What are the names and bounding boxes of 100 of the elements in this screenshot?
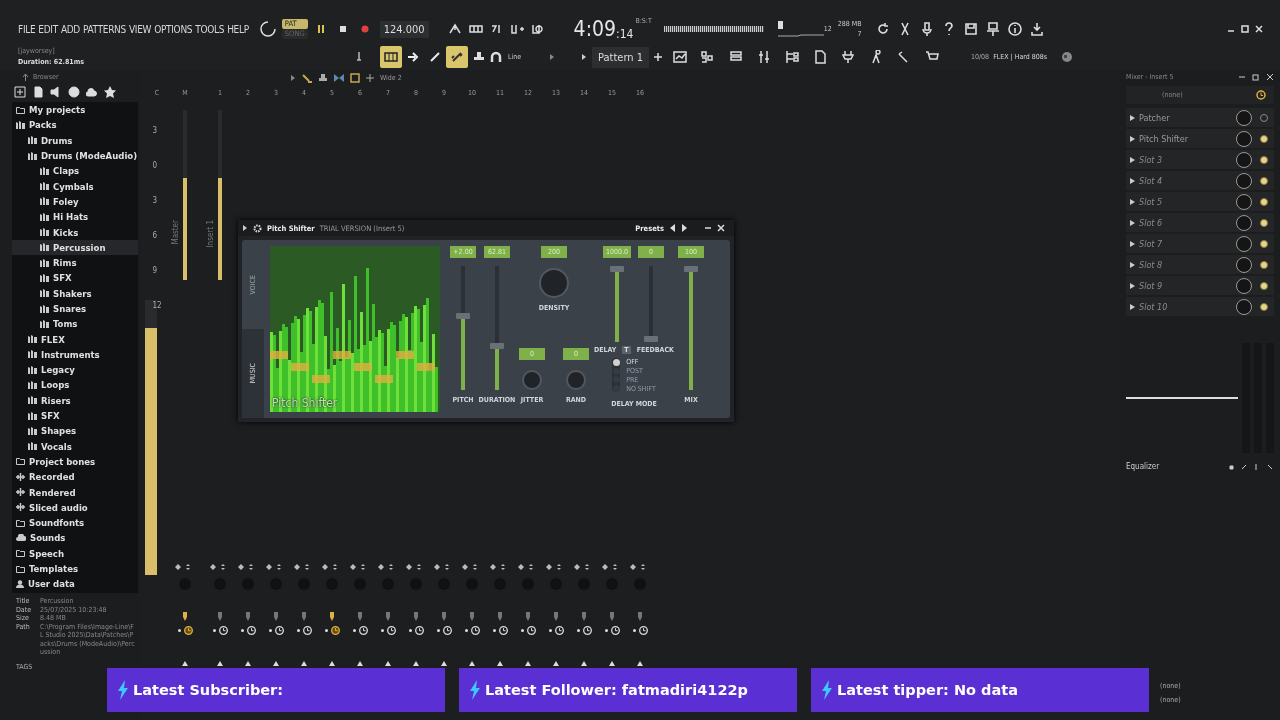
slot-light[interactable] [1260, 302, 1268, 311]
clock-icon[interactable] [246, 626, 256, 635]
route-icon[interactable] [329, 612, 335, 621]
close-icon[interactable] [717, 224, 725, 232]
browser-item[interactable]: Speech [12, 545, 138, 561]
close-icon[interactable] [1254, 24, 1264, 34]
add-folder-icon[interactable] [14, 86, 26, 98]
browser-item[interactable]: Templates [12, 560, 138, 577]
mix-knob[interactable] [1236, 130, 1252, 147]
star-icon[interactable] [104, 86, 116, 98]
send-arrow-icon[interactable] [385, 661, 391, 666]
clock-icon[interactable] [183, 626, 193, 635]
previous-icon[interactable] [669, 224, 676, 232]
slider-thumb[interactable] [684, 266, 698, 272]
download-icon[interactable] [1029, 22, 1044, 36]
file-icon[interactable] [32, 86, 44, 98]
clock-icon[interactable] [582, 626, 592, 635]
clock-icon[interactable] [274, 626, 284, 635]
square-icon[interactable] [350, 73, 360, 83]
browser-item[interactable]: Rendered [12, 484, 138, 500]
song-time[interactable]: 4:09 [573, 17, 617, 41]
effect-slot[interactable]: Slot 9 [1126, 276, 1274, 295]
slider[interactable] [684, 266, 698, 390]
caret-icon[interactable] [1130, 219, 1135, 226]
mix-knob[interactable] [1236, 193, 1252, 210]
clock-icon[interactable] [498, 626, 508, 635]
slider[interactable] [644, 266, 658, 342]
slider-thumb[interactable] [644, 336, 658, 342]
slot-light[interactable] [1260, 134, 1268, 143]
browser-item[interactable]: Soundfonts [12, 515, 138, 531]
mix-knob[interactable] [1236, 298, 1252, 315]
send-arrow-icon[interactable] [329, 661, 335, 666]
browser-item[interactable]: Percussion [12, 239, 138, 255]
knob-icon[interactable] [259, 21, 276, 37]
route-icon[interactable] [553, 612, 559, 621]
effect-slot[interactable]: Slot 7 [1126, 234, 1274, 253]
clock-icon[interactable] [638, 626, 648, 635]
browser-item[interactable]: Rims [12, 254, 138, 271]
browser-item[interactable]: Loops [12, 377, 138, 393]
arrow-right-icon[interactable] [406, 50, 420, 64]
slot-light[interactable] [1260, 176, 1268, 185]
route-icon[interactable] [581, 612, 587, 621]
minimize-icon[interactable] [1238, 73, 1246, 81]
browser-item[interactable]: Claps [12, 163, 138, 179]
send-arrow-icon[interactable] [273, 661, 279, 666]
slot-light[interactable] [1260, 218, 1268, 227]
send-arrow-icon[interactable] [357, 661, 363, 666]
browser-item[interactable]: Hi Hats [12, 209, 138, 225]
pattern-selector[interactable]: Pattern 1 [592, 46, 649, 68]
caret-icon[interactable] [290, 75, 296, 81]
route-icon[interactable] [357, 612, 363, 621]
clock-icon[interactable] [470, 626, 480, 635]
effect-slot[interactable]: Slot 3 [1126, 150, 1274, 169]
slider[interactable] [456, 266, 470, 390]
route-icon[interactable] [245, 612, 251, 621]
gear-icon[interactable] [253, 223, 262, 233]
info-icon[interactable] [1007, 22, 1022, 36]
mix-knob[interactable] [1236, 277, 1252, 294]
menu-item[interactable]: VIEW [128, 23, 152, 35]
mix-knob[interactable] [1236, 151, 1252, 168]
restore-icon[interactable] [1252, 73, 1260, 81]
clock-icon[interactable] [554, 626, 564, 635]
send-arrow-icon[interactable] [245, 661, 251, 666]
browser-item[interactable]: Instruments [12, 346, 138, 363]
effect-slot[interactable]: Slot 4 [1126, 171, 1274, 190]
send-arrow-icon[interactable] [637, 661, 643, 666]
effect-slot[interactable]: Slot 10 [1126, 297, 1274, 316]
file-icon[interactable] [812, 50, 827, 64]
slot-light[interactable] [1260, 260, 1268, 269]
menu-item[interactable]: TOOLS [195, 23, 225, 35]
route-icon[interactable] [301, 612, 307, 621]
caret-icon[interactable] [1130, 114, 1135, 121]
caret-icon[interactable] [1130, 261, 1135, 268]
mode-switch[interactable] [612, 358, 621, 392]
caret-icon[interactable] [1130, 198, 1135, 205]
browser-item[interactable]: Recorded [12, 469, 138, 485]
route-icon[interactable] [441, 612, 447, 621]
clock-icon[interactable] [386, 626, 396, 635]
clock-icon[interactable] [330, 626, 340, 635]
browser-item[interactable]: FLEX [12, 331, 138, 347]
menu-item[interactable]: EDIT [38, 23, 58, 35]
mix-knob[interactable] [1236, 109, 1252, 126]
slider-thumb[interactable] [490, 342, 504, 349]
mix-knob[interactable] [1236, 214, 1252, 231]
effect-slot[interactable]: Slot 5 [1126, 192, 1274, 211]
send-arrow-icon[interactable] [581, 661, 587, 666]
mix-knob[interactable] [1236, 172, 1252, 189]
browser-item[interactable]: Legacy [12, 362, 138, 378]
browser-item[interactable]: User data [12, 576, 138, 592]
effect-slot[interactable]: Slot 6 [1126, 213, 1274, 232]
clock-icon[interactable] [526, 626, 536, 635]
menu-item[interactable]: OPTIONS [154, 23, 193, 35]
slot-light[interactable] [1260, 239, 1268, 248]
caret-icon[interactable] [1130, 156, 1135, 163]
metronome-icon[interactable] [447, 22, 462, 36]
clock-icon[interactable] [610, 626, 620, 635]
caret-icon[interactable] [242, 225, 248, 231]
route-icon[interactable] [273, 612, 279, 621]
caret-icon[interactable] [1130, 177, 1135, 184]
route-icon[interactable] [385, 612, 391, 621]
